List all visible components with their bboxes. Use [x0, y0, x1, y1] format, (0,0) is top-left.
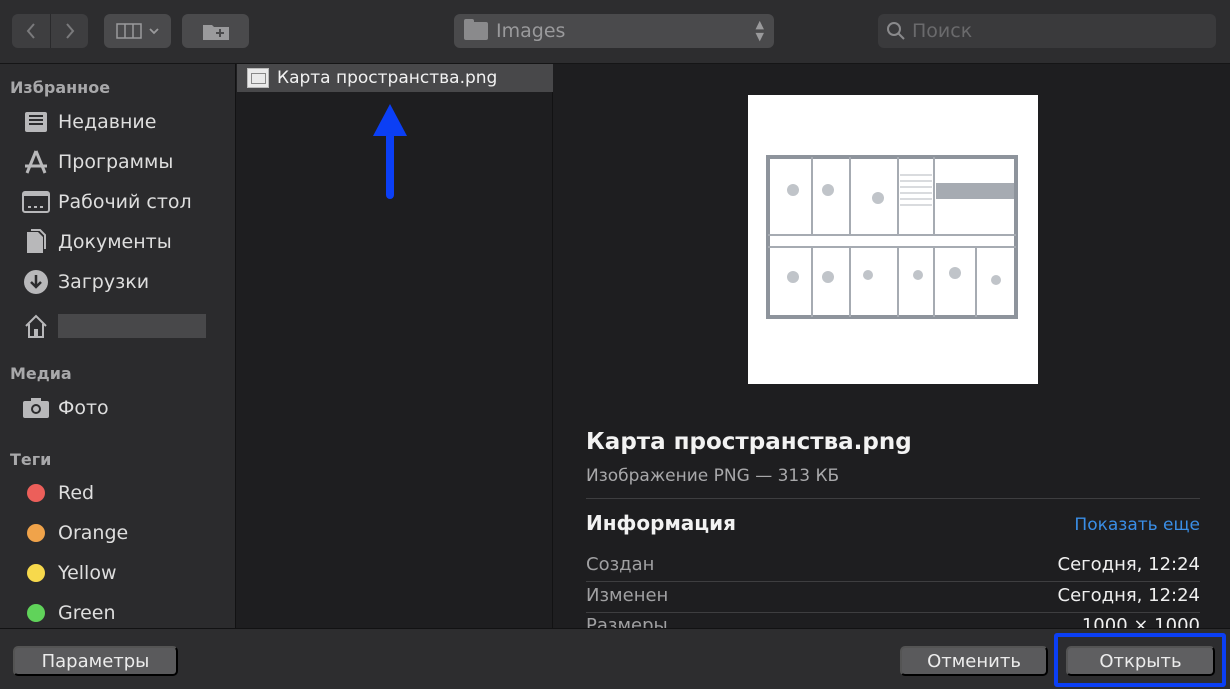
back-button[interactable] — [12, 14, 50, 48]
info-header: Информация — [586, 511, 736, 535]
file-thumbnail — [748, 95, 1038, 384]
sidebar-item-label: Red — [58, 482, 95, 504]
tag-yellow-dot-icon — [27, 564, 45, 582]
sidebar: Избранное Недавние Программы Рабочий сто… — [0, 64, 236, 628]
tag-orange-dot-icon — [27, 524, 45, 542]
divider — [586, 581, 1200, 582]
info-value: 1000 × 1000 — [1081, 615, 1200, 628]
info-key: Создан — [586, 554, 655, 575]
info-key: Изменен — [586, 585, 669, 606]
chevron-down-icon — [148, 28, 159, 35]
annotation-arrow-up-icon — [373, 104, 407, 199]
up-down-chevron-icon: ▲ ▼ — [755, 18, 764, 43]
search-icon — [887, 22, 905, 40]
preview-pane: Карта пространства.png Изображение PNG —… — [554, 64, 1230, 628]
info-key: Размеры — [586, 615, 668, 628]
nav-buttons — [12, 14, 88, 48]
tag-green-dot-icon — [27, 604, 45, 622]
location-popup[interactable]: Images ▲ ▼ — [454, 14, 774, 48]
show-more-link[interactable]: Показать еще — [1074, 515, 1200, 535]
sidebar-item-desktop[interactable]: Рабочий стол — [22, 186, 222, 218]
preview-subtitle: Изображение PNG — 313 КБ — [586, 466, 840, 486]
info-row-dimensions: Размеры 1000 × 1000 — [586, 615, 1200, 628]
sidebar-item-label: Фото — [58, 397, 109, 419]
search-field[interactable] — [878, 14, 1216, 48]
sidebar-item-label: Недавние — [58, 111, 157, 133]
sidebar-tag-orange[interactable]: Orange — [22, 517, 222, 549]
floor-plan-image — [748, 95, 1038, 384]
sidebar-item-label: Программы — [58, 151, 174, 173]
sidebar-item-applications[interactable]: Программы — [22, 146, 222, 178]
sidebar-item-documents[interactable]: Документы — [22, 226, 222, 258]
downloads-icon — [22, 268, 50, 296]
sidebar-item-recents[interactable]: Недавние — [22, 106, 222, 138]
search-input[interactable] — [912, 20, 1202, 42]
info-row-created: Создан Сегодня, 12:24 — [586, 554, 1200, 575]
documents-icon — [22, 228, 50, 256]
new-folder-button[interactable] — [182, 14, 249, 48]
applications-icon — [22, 148, 50, 176]
chevron-left-icon — [26, 23, 35, 39]
bottom-bar: Параметры Отменить Открыть — [0, 628, 1230, 689]
sidebar-tag-red[interactable]: Red — [22, 477, 222, 509]
view-mode-button[interactable] — [104, 14, 171, 48]
divider — [586, 612, 1200, 613]
folder-icon — [464, 19, 488, 40]
forward-button[interactable] — [50, 14, 88, 48]
sidebar-item-label: Рабочий стол — [58, 191, 192, 213]
divider — [586, 498, 1200, 499]
sidebar-item-label: Orange — [58, 522, 129, 544]
tag-red-dot-icon — [27, 484, 45, 502]
sidebar-item-label: Yellow — [58, 562, 117, 584]
sidebar-tag-green[interactable]: Green — [22, 597, 222, 628]
recents-icon — [22, 108, 50, 136]
sidebar-item-photos[interactable]: Фото — [22, 392, 222, 424]
info-value: Сегодня, 12:24 — [1057, 554, 1200, 575]
info-row-modified: Изменен Сегодня, 12:24 — [586, 585, 1200, 606]
cancel-button[interactable]: Отменить — [900, 646, 1048, 676]
info-value: Сегодня, 12:24 — [1057, 585, 1200, 606]
preview-title: Карта пространства.png — [586, 429, 912, 455]
home-icon — [22, 312, 50, 340]
toolbar: Images ▲ ▼ — [0, 0, 1230, 64]
desktop-icon — [22, 188, 50, 216]
sidebar-tag-yellow[interactable]: Yellow — [22, 557, 222, 589]
camera-icon — [22, 394, 50, 422]
favorites-header: Избранное — [10, 78, 111, 97]
location-label: Images — [496, 20, 566, 42]
media-header: Медиа — [10, 364, 72, 383]
sidebar-item-downloads[interactable]: Загрузки — [22, 266, 222, 298]
redacted-username — [58, 314, 206, 338]
columns-view-icon — [115, 23, 142, 39]
options-button[interactable]: Параметры — [13, 646, 178, 676]
tags-header: Теги — [10, 450, 52, 469]
sidebar-item-label: Green — [58, 602, 116, 624]
chevron-right-icon — [65, 23, 74, 39]
annotation-highlight-frame — [1054, 633, 1226, 687]
file-row-selected[interactable]: Карта пространства.png — [237, 64, 553, 92]
sidebar-item-label: Загрузки — [58, 271, 150, 293]
new-folder-icon — [202, 25, 229, 40]
sidebar-item-home[interactable] — [22, 310, 222, 342]
file-name: Карта пространства.png — [277, 68, 498, 88]
sidebar-item-label: Документы — [58, 231, 172, 253]
image-file-icon — [247, 68, 269, 88]
